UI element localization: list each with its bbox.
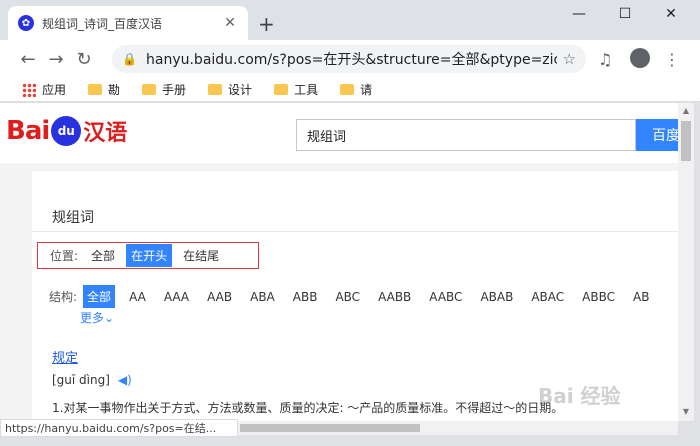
maximize-icon[interactable]: ☐: [610, 6, 640, 22]
baidu-hanyu-logo[interactable]: Bai du 汉语: [6, 113, 127, 149]
profile-avatar-icon[interactable]: [630, 48, 650, 68]
bookmark-folder[interactable]: 请: [340, 81, 372, 98]
folder-icon: [274, 84, 289, 95]
media-icon[interactable]: ♫: [598, 50, 612, 69]
entry-word-link[interactable]: 规定: [52, 347, 78, 366]
watermark: Bai 经验: [538, 384, 621, 408]
forward-icon[interactable]: →: [42, 49, 70, 70]
structure-option[interactable]: AB: [629, 287, 653, 307]
site-header: Bai du 汉语 规组词 百度: [0, 103, 678, 163]
folder-icon: [208, 84, 223, 95]
position-option-all[interactable]: 全部: [86, 244, 120, 267]
browser-tab[interactable]: ✿ 规组词_诗词_百度汉语 ✕: [8, 6, 248, 40]
horizontal-scrollbar[interactable]: [238, 421, 678, 435]
minimize-icon[interactable]: —: [564, 6, 594, 22]
structure-label: 结构:: [49, 290, 78, 304]
browser-toolbar: ← → ↻ 🔒 hanyu.baidu.com/s?pos=在开头&struct…: [0, 40, 700, 78]
divider: [32, 231, 678, 232]
position-option-start[interactable]: 在开头: [126, 244, 173, 267]
status-bar: https://hanyu.baidu.com/s?pos=在结...: [0, 419, 238, 437]
scroll-up-icon[interactable]: ▲: [681, 106, 691, 115]
bookmark-apps[interactable]: 应用: [22, 81, 66, 98]
lock-icon: 🔒: [122, 52, 137, 66]
structure-option[interactable]: AAA: [160, 287, 193, 307]
tab-title: 规组词_诗词_百度汉语: [42, 16, 163, 31]
page-viewport: Bai du 汉语 规组词 百度 规组词 位置: 全部 在开头 在结尾 结构: …: [0, 103, 678, 421]
page-title: 规组词: [52, 210, 94, 226]
bookmarks-bar: 应用 勘 手册 设计 工具 请: [0, 78, 700, 102]
structure-option[interactable]: ABBC: [578, 287, 619, 307]
structure-option[interactable]: ABAB: [476, 287, 517, 307]
structure-option[interactable]: ABAC: [527, 287, 568, 307]
scroll-thumb[interactable]: [240, 424, 420, 432]
bookmark-folder[interactable]: 工具: [274, 81, 318, 98]
structure-option[interactable]: AAB: [203, 287, 236, 307]
chevron-down-icon: ⌄: [104, 311, 115, 325]
more-button[interactable]: 更多⌄: [80, 309, 114, 326]
position-label: 位置:: [50, 249, 79, 263]
structure-option[interactable]: ABC: [331, 287, 364, 307]
structure-option[interactable]: AA: [125, 287, 150, 307]
bookmark-folder[interactable]: 手册: [142, 81, 186, 98]
new-tab-icon[interactable]: +: [258, 12, 275, 36]
structure-option[interactable]: ABA: [246, 287, 279, 307]
menu-icon[interactable]: ⋮: [664, 50, 680, 69]
window-close-icon[interactable]: ✕: [656, 6, 686, 22]
scroll-down-icon[interactable]: ▼: [681, 407, 691, 416]
speaker-icon[interactable]: ◀): [118, 373, 132, 387]
vertical-scrollbar[interactable]: ▲ ▼: [678, 103, 694, 421]
structure-filter: 结构: 全部 AA AAA AAB ABA ABB ABC AABB AABC …: [49, 285, 663, 308]
bookmark-folder[interactable]: 勘: [88, 81, 120, 98]
url-text[interactable]: hanyu.baidu.com/s?pos=在开头&structure=全部&p…: [146, 49, 557, 69]
search-input[interactable]: 规组词: [296, 119, 636, 151]
position-option-end[interactable]: 在结尾: [178, 244, 224, 267]
structure-option[interactable]: 全部: [83, 285, 116, 308]
close-icon[interactable]: ✕: [222, 15, 238, 31]
folder-icon: [88, 84, 103, 95]
star-icon[interactable]: ☆: [563, 50, 576, 68]
folder-icon: [340, 84, 355, 95]
structure-option[interactable]: AABC: [425, 287, 466, 307]
entry-pinyin: [guī dìng] ◀): [52, 373, 132, 387]
folder-icon: [142, 84, 157, 95]
tab-bar: ✿ 规组词_诗词_百度汉语 ✕ + — ☐ ✕: [0, 0, 700, 40]
back-icon[interactable]: ←: [14, 49, 42, 70]
apps-icon: [22, 82, 36, 97]
search-button[interactable]: 百度: [636, 119, 678, 151]
paw-icon: ✿: [18, 15, 34, 31]
reload-icon[interactable]: ↻: [70, 49, 98, 70]
position-filter: 位置: 全部 在开头 在结尾: [37, 242, 259, 269]
scroll-thumb[interactable]: [681, 121, 691, 161]
address-bar[interactable]: 🔒 hanyu.baidu.com/s?pos=在开头&structure=全部…: [112, 45, 586, 73]
structure-option[interactable]: ABB: [289, 287, 322, 307]
entry-definition: 1.对某一事物作出关于方式、方法或数量、质量的决定: ～产品的质量标准。不得超过…: [52, 401, 564, 415]
paw-icon: du: [51, 116, 82, 146]
bookmark-folder[interactable]: 设计: [208, 81, 252, 98]
structure-option[interactable]: AABB: [374, 287, 415, 307]
